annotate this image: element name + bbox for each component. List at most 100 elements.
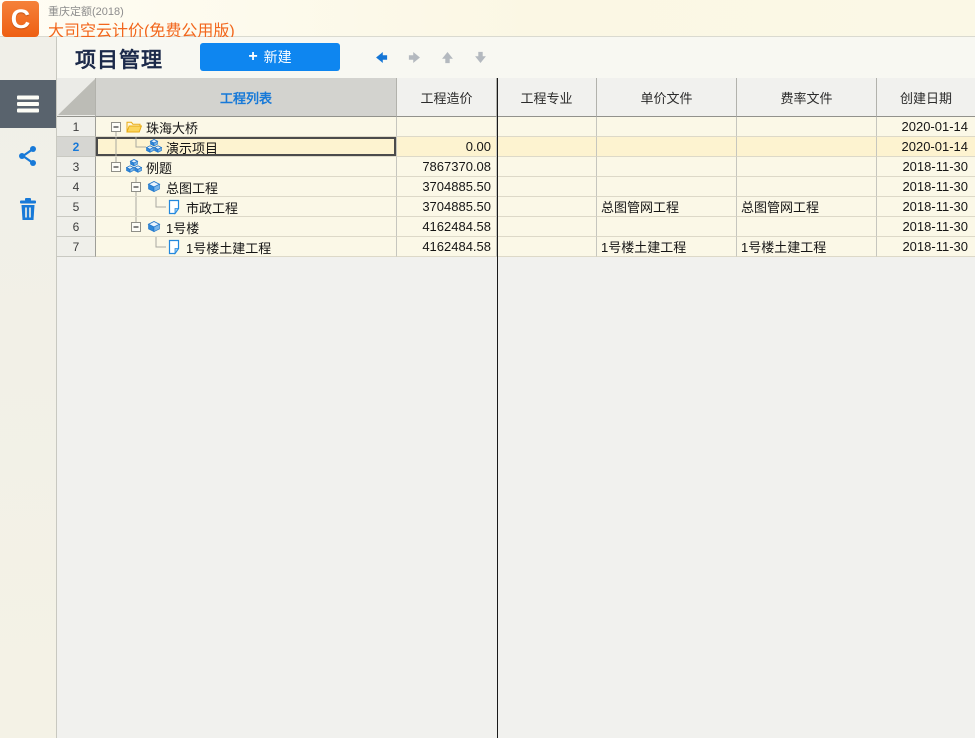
create-date-cell[interactable]: 2018-11-30	[877, 157, 975, 177]
project-name-label: 总图工程	[166, 177, 218, 197]
cost-cell[interactable]: 3704885.50	[397, 197, 497, 217]
down-arrow-icon[interactable]	[472, 49, 489, 66]
folder-open-icon	[126, 119, 142, 135]
table-row[interactable]: 2 演示项目 0.00 2020-01-14	[57, 137, 975, 157]
table-row[interactable]: 61号楼4162484.58 2018-11-30	[57, 217, 975, 237]
specialty-cell[interactable]	[497, 117, 597, 137]
plus-icon: +	[248, 49, 257, 65]
column-header-specialty[interactable]: 工程专业	[497, 78, 597, 117]
column-header-create-date[interactable]: 创建日期	[877, 78, 975, 117]
up-arrow-icon[interactable]	[439, 49, 456, 66]
table-row[interactable]: 4 总图工程 3704885.50 2018-11-30	[57, 177, 975, 197]
sidebar	[0, 37, 57, 738]
new-button-label: 新建	[264, 47, 292, 67]
menu-button[interactable]	[0, 80, 56, 128]
forward-arrow-icon[interactable]	[406, 49, 423, 66]
table-row[interactable]: 1珠海大桥 2020-01-14	[57, 117, 975, 137]
back-arrow-icon[interactable]	[373, 49, 390, 66]
row-number[interactable]: 4	[57, 177, 96, 197]
project-name-cell[interactable]: 1号楼土建工程	[96, 237, 397, 257]
price-file-cell[interactable]	[597, 157, 737, 177]
trash-icon	[17, 197, 39, 221]
document-icon	[166, 199, 182, 215]
specialty-cell[interactable]	[497, 237, 597, 257]
project-name-cell[interactable]: 1号楼	[96, 217, 397, 237]
project-name-cell[interactable]: 演示项目	[96, 137, 397, 157]
price-file-cell[interactable]: 总图管网工程	[597, 197, 737, 217]
tree-guide	[106, 137, 126, 157]
project-name-cell[interactable]: 珠海大桥	[96, 117, 397, 137]
rate-file-cell[interactable]	[737, 137, 877, 157]
hamburger-icon	[15, 91, 41, 117]
table-body: 1珠海大桥2020-01-142演示项目0.002020-01-143例题786…	[57, 117, 975, 257]
nav-arrows	[373, 49, 489, 66]
share-button[interactable]	[0, 142, 56, 170]
new-project-button[interactable]: + 新建	[200, 43, 340, 71]
cost-cell[interactable]: 7867370.08	[397, 157, 497, 177]
create-date-cell[interactable]: 2020-01-14	[877, 117, 975, 137]
price-file-cell[interactable]	[597, 117, 737, 137]
table-row[interactable]: 71号楼土建工程4162484.581号楼土建工程1号楼土建工程2018-11-…	[57, 237, 975, 257]
row-number[interactable]: 1	[57, 117, 96, 137]
column-header-price-file[interactable]: 单价文件	[597, 78, 737, 117]
project-cubes-icon	[126, 159, 142, 175]
rate-file-cell[interactable]	[737, 177, 877, 197]
tree-guide	[126, 197, 146, 217]
project-name-cell[interactable]: 例题	[96, 157, 397, 177]
main-panel: 项目管理 + 新建	[57, 37, 975, 738]
tree-connector	[126, 137, 146, 157]
project-name-label: 市政工程	[186, 197, 238, 217]
table-row[interactable]: 3例题7867370.08 2018-11-30	[57, 157, 975, 177]
specialty-cell[interactable]	[497, 197, 597, 217]
page-title: 项目管理	[75, 44, 163, 74]
row-number[interactable]: 5	[57, 197, 96, 217]
row-number[interactable]: 2	[57, 137, 96, 157]
tree-expander[interactable]	[106, 157, 126, 177]
cost-cell[interactable]: 4162484.58	[397, 217, 497, 237]
specialty-cell[interactable]	[497, 217, 597, 237]
tree-expander[interactable]	[106, 117, 126, 137]
create-date-cell[interactable]: 2018-11-30	[877, 237, 975, 257]
price-file-cell[interactable]	[597, 137, 737, 157]
row-number[interactable]: 7	[57, 237, 96, 257]
rate-file-cell[interactable]	[737, 157, 877, 177]
row-number[interactable]: 3	[57, 157, 96, 177]
column-header-rate-file[interactable]: 费率文件	[737, 78, 877, 117]
create-date-cell[interactable]: 2020-01-14	[877, 137, 975, 157]
project-name-label: 演示项目	[166, 137, 218, 157]
specialty-cell[interactable]	[497, 137, 597, 157]
rate-file-cell[interactable]	[737, 117, 877, 137]
cost-cell[interactable]: 3704885.50	[397, 177, 497, 197]
tree-expander[interactable]	[126, 217, 146, 237]
specialty-cell[interactable]	[497, 157, 597, 177]
project-name-label: 1号楼土建工程	[186, 237, 271, 257]
toolbar: 项目管理 + 新建	[57, 37, 975, 78]
table-header-row: 工程列表 工程造价 工程专业 单价文件 费率文件 创建日期	[57, 78, 975, 117]
create-date-cell[interactable]: 2018-11-30	[877, 197, 975, 217]
rate-file-cell[interactable]: 1号楼土建工程	[737, 237, 877, 257]
table-row[interactable]: 5市政工程3704885.50总图管网工程总图管网工程2018-11-30	[57, 197, 975, 217]
building-cube-icon	[146, 219, 162, 235]
rate-file-cell[interactable]	[737, 217, 877, 237]
column-header-cost[interactable]: 工程造价	[397, 78, 497, 117]
price-file-cell[interactable]: 1号楼土建工程	[597, 237, 737, 257]
cost-cell[interactable]: 4162484.58	[397, 237, 497, 257]
project-name-cell[interactable]: 总图工程	[96, 177, 397, 197]
project-name-cell[interactable]: 市政工程	[96, 197, 397, 217]
create-date-cell[interactable]: 2018-11-30	[877, 177, 975, 197]
app-window: C 重庆定额(2018) 大司空云计价(免费公用版)	[0, 0, 975, 738]
column-header-project-list[interactable]: 工程列表	[96, 78, 397, 117]
row-number[interactable]: 6	[57, 217, 96, 237]
delete-button[interactable]	[0, 195, 56, 223]
rate-file-cell[interactable]: 总图管网工程	[737, 197, 877, 217]
tree-guide	[106, 217, 126, 237]
cost-cell[interactable]	[397, 117, 497, 137]
create-date-cell[interactable]: 2018-11-30	[877, 217, 975, 237]
select-all-corner[interactable]	[57, 78, 96, 117]
frozen-column-divider[interactable]	[497, 78, 498, 738]
price-file-cell[interactable]	[597, 217, 737, 237]
tree-expander[interactable]	[126, 177, 146, 197]
specialty-cell[interactable]	[497, 177, 597, 197]
price-file-cell[interactable]	[597, 177, 737, 197]
cost-cell[interactable]: 0.00	[397, 137, 497, 157]
